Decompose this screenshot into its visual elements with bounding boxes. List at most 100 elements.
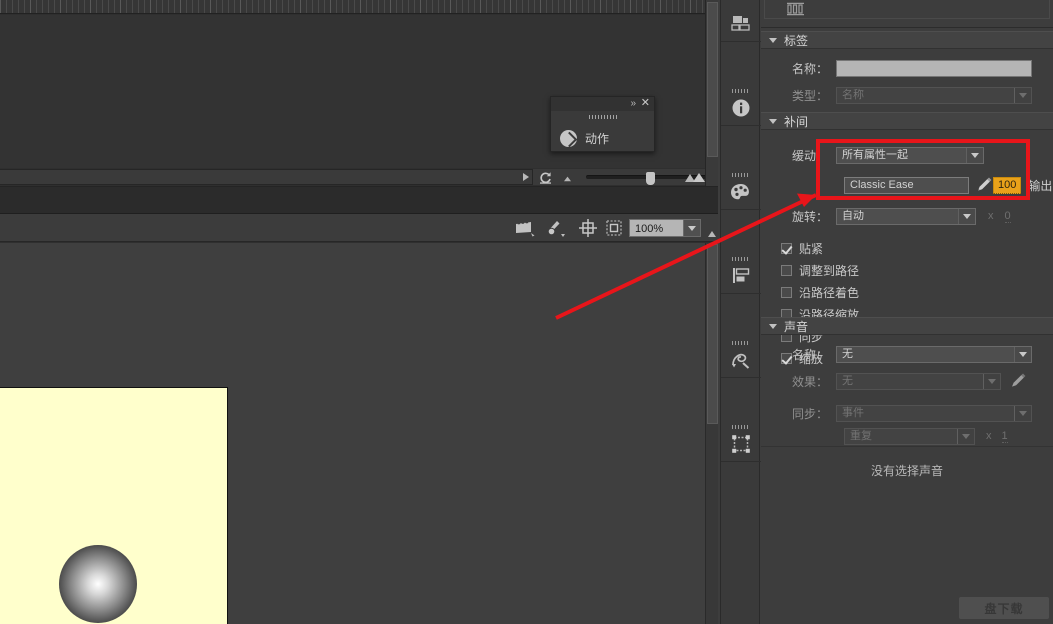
- drag-grip-icon[interactable]: [588, 115, 617, 119]
- section-title: 标签: [784, 33, 809, 48]
- ease-target-combobox[interactable]: 所有属性一起: [836, 146, 984, 164]
- row-tween-ease-target: 缓动： 所有属性一起: [761, 142, 1053, 168]
- checkbox-tint-along-path[interactable]: 沿路径着色: [781, 281, 931, 303]
- ease-amount-label: 输出: [1028, 178, 1053, 193]
- edit-scene-icon[interactable]: [514, 218, 536, 238]
- drag-grip-icon: [732, 257, 750, 261]
- combobox-value: 名称: [842, 88, 864, 101]
- chevron-down-icon[interactable]: [966, 147, 983, 163]
- rotate-times-label: x: [988, 210, 994, 222]
- transform-panel-icon[interactable]: [721, 420, 761, 462]
- app-window: 100% » ✕ 动作 标签 名称： 类型： 名称 补间 缓动： 所有属性一起 …: [0, 0, 1053, 624]
- caret-down-icon[interactable]: [769, 37, 777, 43]
- repeat-times-value[interactable]: 1: [1001, 430, 1008, 443]
- motion-editor-panel-icon[interactable]: [721, 336, 761, 378]
- field-label: 缓动：: [791, 148, 828, 163]
- edit-pencil-icon[interactable]: [1009, 372, 1027, 390]
- checkbox-box[interactable]: [781, 242, 792, 254]
- drag-grip-icon: [732, 341, 750, 345]
- checkbox-label: 调整到路径: [799, 263, 860, 278]
- field-label: 旋转：: [791, 209, 828, 224]
- chevron-down-icon[interactable]: [957, 428, 974, 444]
- combobox-value: 自动: [842, 209, 864, 222]
- actions-panel-label: 动作: [585, 131, 610, 146]
- combobox-value: 无: [842, 374, 853, 387]
- timeline-vertical-scrollbar[interactable]: [705, 0, 718, 186]
- stage-vertical-scrollbar[interactable]: [705, 231, 718, 624]
- combobox-value: 所有属性一起: [842, 148, 908, 161]
- divider: [761, 446, 1053, 447]
- checkbox-box[interactable]: [781, 264, 792, 276]
- checkbox-orient-to-path[interactable]: 调整到路径: [781, 259, 931, 281]
- swatches-panel-icon[interactable]: [721, 252, 761, 294]
- section-header-label[interactable]: 标签: [761, 31, 1053, 49]
- clip-content-icon[interactable]: [604, 218, 624, 238]
- label-type-combobox[interactable]: 名称: [836, 86, 1032, 104]
- expand-panel-icon[interactable]: »: [630, 98, 636, 110]
- panel-titlebar[interactable]: » ✕: [551, 97, 654, 111]
- repeat-times-label: x: [986, 430, 992, 442]
- align-panel-icon[interactable]: [721, 0, 761, 42]
- row-tween-rotate: 旋转： 自动 x 0: [761, 203, 1053, 229]
- actions-arrow-icon: [560, 129, 577, 147]
- checkbox-label: 贴紧: [799, 241, 824, 256]
- timeline-ruler[interactable]: [0, 0, 718, 14]
- drag-grip-icon: [732, 173, 750, 177]
- close-panel-icon[interactable]: ✕: [641, 97, 650, 110]
- chevron-down-icon[interactable]: [983, 373, 1000, 389]
- zoom-level-combobox[interactable]: 100%: [629, 219, 701, 237]
- sound-repeat-combobox[interactable]: 重复: [844, 427, 975, 445]
- field-label: 类型：: [791, 88, 828, 103]
- loop-playback-icon[interactable]: [538, 169, 556, 185]
- sound-name-combobox[interactable]: 无: [836, 345, 1032, 363]
- checkbox-snap[interactable]: 贴紧: [781, 237, 931, 259]
- chevron-down-icon[interactable]: [1014, 346, 1031, 362]
- triangle-right-icon[interactable]: [523, 173, 529, 181]
- checkbox-label: 沿路径着色: [799, 285, 860, 300]
- section-header-sound[interactable]: 声音: [761, 317, 1053, 335]
- caret-down-icon[interactable]: [769, 118, 777, 124]
- properties-group-box: [764, 0, 1050, 19]
- scrollbar-thumb[interactable]: [707, 244, 718, 424]
- caret-down-icon[interactable]: [769, 323, 777, 329]
- scrollbar-thumb[interactable]: [707, 2, 718, 157]
- actions-panel-body[interactable]: 动作: [551, 123, 654, 153]
- combobox-value: 事件: [842, 406, 864, 419]
- ease-type-combobox[interactable]: Classic Ease: [844, 176, 969, 194]
- chevron-down-icon[interactable]: [683, 219, 701, 237]
- combobox-value: Classic Ease: [850, 178, 914, 191]
- chevron-down-icon[interactable]: [1014, 405, 1031, 421]
- field-label: 效果：: [791, 374, 828, 389]
- checkbox-box[interactable]: [781, 286, 792, 298]
- timeline-horizontal-scrollbar[interactable]: [0, 169, 533, 185]
- edit-pencil-icon[interactable]: [975, 176, 993, 194]
- rotate-times-value[interactable]: 0: [1004, 210, 1011, 223]
- sound-effect-combobox[interactable]: 无: [836, 372, 1001, 390]
- edit-symbol-icon[interactable]: [545, 218, 567, 238]
- color-panel-icon[interactable]: [721, 168, 761, 210]
- actions-floating-panel[interactable]: » ✕ 动作: [550, 96, 655, 152]
- properties-panel-top: [761, 0, 1053, 28]
- watermark: 盘下载: [959, 597, 1049, 619]
- chevron-down-icon[interactable]: [1014, 87, 1031, 103]
- ease-amount-input[interactable]: 100: [993, 176, 1022, 194]
- field-label: 名称：: [791, 61, 828, 76]
- combobox-value: 重复: [850, 429, 872, 442]
- section-header-tween[interactable]: 补间: [761, 112, 1053, 130]
- chevron-down-icon[interactable]: [958, 208, 975, 224]
- info-panel-icon[interactable]: [721, 84, 761, 126]
- triangle-up-icon[interactable]: [708, 231, 716, 237]
- rotate-combobox[interactable]: 自动: [836, 207, 976, 225]
- zoom-level-value[interactable]: 100%: [629, 219, 683, 237]
- center-frame-icon[interactable]: [578, 218, 598, 238]
- combobox-value: 无: [842, 347, 853, 360]
- label-name-input[interactable]: [836, 59, 1032, 77]
- onion-skin-small-icon[interactable]: [563, 175, 577, 182]
- row-sound-effect: 效果： 无: [761, 368, 1053, 394]
- slider-knob[interactable]: [646, 172, 655, 185]
- row-sound-name: 名称： 无: [761, 341, 1053, 367]
- sound-sync-combobox[interactable]: 事件: [836, 404, 1032, 422]
- distribute-icon[interactable]: [786, 2, 806, 18]
- row-label-type: 类型： 名称: [761, 82, 1053, 108]
- gradient-ball-symbol[interactable]: [59, 545, 137, 623]
